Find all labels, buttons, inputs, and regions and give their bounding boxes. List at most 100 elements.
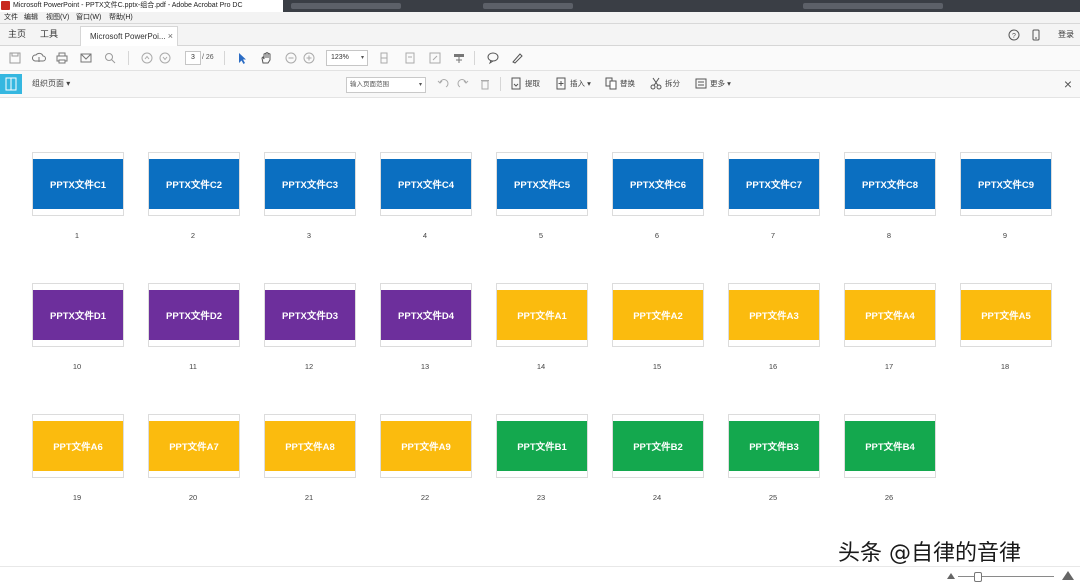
page-thumbnail[interactable]: PPT文件B3 25 (725, 414, 821, 514)
stamp-icon[interactable] (452, 51, 466, 65)
page-thumbnail[interactable]: PPTX文件D3 12 (261, 283, 357, 383)
save-icon[interactable] (8, 51, 22, 65)
tab-tools[interactable]: 工具 (40, 24, 58, 45)
page-thumbnail[interactable]: PPT文件B2 24 (609, 414, 705, 514)
close-tab-icon[interactable]: × (168, 27, 173, 46)
slide-title: PPT文件A1 (517, 311, 567, 322)
zoom-in-icon[interactable] (302, 51, 316, 65)
page-thumbnail[interactable]: PPT文件B4 26 (841, 414, 937, 514)
page-frame: PPT文件A6 (32, 414, 124, 478)
close-organize-icon[interactable]: × (1064, 76, 1072, 92)
print-icon[interactable] (55, 51, 69, 65)
chevron-down-icon: ▾ (418, 82, 422, 88)
slider-thumb[interactable] (974, 572, 982, 582)
page-number-label: 17 (884, 362, 894, 371)
page-number-label: 7 (770, 231, 776, 240)
sign-pen-icon[interactable] (510, 51, 524, 65)
page-thumbnail[interactable]: PPTX文件C3 3 (261, 152, 357, 252)
page-thumbnail[interactable]: PPTX文件C8 8 (841, 152, 937, 252)
page-thumbnail[interactable]: PPT文件A7 20 (145, 414, 241, 514)
chevron-down-icon: ▾ (360, 55, 364, 61)
page-thumbnail[interactable]: PPT文件A9 22 (377, 414, 473, 514)
page-thumbnail[interactable]: PPT文件A6 19 (29, 414, 125, 514)
replace-label: 替换 (620, 79, 635, 88)
select-arrow-icon[interactable] (235, 51, 249, 65)
page-thumbnail[interactable]: PPTX文件C5 5 (493, 152, 589, 252)
page-thumbnail[interactable]: PPT文件A2 15 (609, 283, 705, 383)
next-page-icon[interactable] (158, 51, 172, 65)
slide-preview: PPT文件B4 (845, 421, 935, 471)
menu-view[interactable]: 视图(V) (46, 12, 69, 23)
search-icon[interactable] (103, 51, 117, 65)
slide-title: PPTX文件C6 (630, 180, 686, 191)
rotate-left-icon[interactable] (436, 77, 450, 91)
page-thumbnail[interactable]: PPT文件A3 16 (725, 283, 821, 383)
page-thumbnail[interactable]: PPTX文件C6 6 (609, 152, 705, 252)
split-label: 拆分 (665, 79, 680, 88)
rotate-right-icon[interactable] (456, 77, 470, 91)
document-tab-label: Microsoft PowerPoi... (90, 32, 166, 41)
extract-label: 提取 (525, 79, 540, 88)
small-thumbnail-icon[interactable] (947, 573, 955, 579)
zoom-select[interactable]: 123% ▾ (326, 50, 368, 66)
organize-pages-title[interactable]: 组织页面 ▾ (32, 71, 70, 97)
page-thumbnail[interactable]: PPT文件A4 17 (841, 283, 937, 383)
comment-icon[interactable] (486, 51, 500, 65)
page-number-label: 23 (536, 493, 546, 502)
page-thumbnail[interactable]: PPTX文件D2 11 (145, 283, 241, 383)
menu-edit[interactable]: 编辑 (24, 12, 38, 23)
page-frame: PPTX文件C9 (960, 152, 1052, 216)
title-bar: Microsoft PowerPoint - PPTX文件C.pptx-组合.p… (0, 0, 1080, 12)
page-frame: PPT文件A5 (960, 283, 1052, 347)
delete-icon[interactable] (478, 77, 492, 91)
page-thumbnail[interactable]: PPTX文件D4 13 (377, 283, 473, 383)
menu-file[interactable]: 文件 (4, 12, 18, 23)
tab-home[interactable]: 主页 (8, 24, 26, 45)
page-number-input[interactable]: 3 (185, 51, 201, 65)
slide-title: PPTX文件D2 (166, 311, 222, 322)
menu-help[interactable]: 帮助(H) (109, 12, 133, 23)
page-frame: PPTX文件C4 (380, 152, 472, 216)
thumbnail-size-slider[interactable] (958, 576, 1054, 577)
page-thumbnail[interactable]: PPTX文件C1 1 (29, 152, 125, 252)
slide-preview: PPTX文件D1 (33, 290, 123, 340)
page-frame: PPT文件A7 (148, 414, 240, 478)
fit-page-icon[interactable] (403, 51, 417, 65)
page-thumbnail[interactable]: PPT文件A5 18 (957, 283, 1053, 383)
login-link[interactable]: 登录 (1058, 24, 1074, 45)
page-thumbnail[interactable]: PPT文件A1 14 (493, 283, 589, 383)
cloud-upload-icon[interactable] (32, 51, 46, 65)
slide-title: PPTX文件D3 (282, 311, 338, 322)
page-range-input[interactable]: 输入页面范围 ▾ (346, 77, 426, 93)
slide-title: PPT文件A3 (749, 311, 799, 322)
page-thumbnail[interactable]: PPT文件A8 21 (261, 414, 357, 514)
slide-preview: PPT文件A6 (33, 421, 123, 471)
hand-tool-icon[interactable] (259, 51, 273, 65)
scroll-mode-icon[interactable] (377, 51, 391, 65)
page-thumbnail[interactable]: PPTX文件D1 10 (29, 283, 125, 383)
page-number-label: 22 (420, 493, 430, 502)
extract-icon (510, 77, 522, 90)
page-number-label: 12 (304, 362, 314, 371)
tab-document[interactable]: Microsoft PowerPoi... × (80, 26, 178, 46)
menu-window[interactable]: 窗口(W) (76, 12, 101, 23)
page-thumbnail[interactable]: PPT文件B1 23 (493, 414, 589, 514)
page-frame: PPT文件B4 (844, 414, 936, 478)
page-thumbnail[interactable]: PPTX文件C4 4 (377, 152, 473, 252)
full-screen-icon[interactable] (428, 51, 442, 65)
previous-page-icon[interactable] (140, 51, 154, 65)
page-number-label: 20 (188, 493, 198, 502)
page-frame: PPTX文件C7 (728, 152, 820, 216)
help-icon[interactable]: ? (1008, 28, 1020, 41)
page-thumbnail[interactable]: PPTX文件C9 9 (957, 152, 1053, 252)
page-thumbnail[interactable]: PPTX文件C7 7 (725, 152, 821, 252)
slide-title: PPTX文件C8 (862, 180, 918, 191)
email-icon[interactable] (79, 51, 93, 65)
bottom-status-bar (0, 566, 1080, 587)
organize-panel-icon[interactable] (0, 74, 22, 94)
large-thumbnail-icon[interactable] (1062, 571, 1074, 580)
page-number-label: 16 (768, 362, 778, 371)
mobile-link-icon[interactable] (1030, 28, 1042, 41)
page-thumbnail[interactable]: PPTX文件C2 2 (145, 152, 241, 252)
zoom-out-icon[interactable] (284, 51, 298, 65)
